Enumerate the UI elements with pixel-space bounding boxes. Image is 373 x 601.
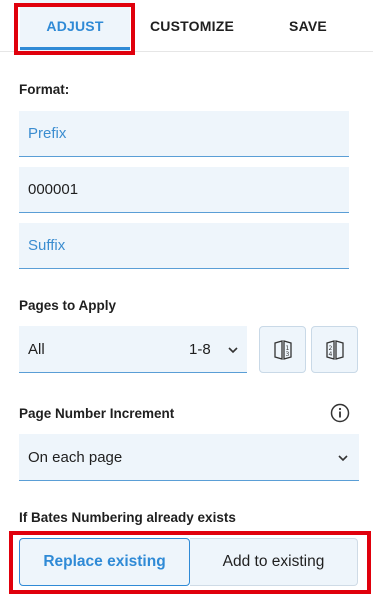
bates-exists-label: If Bates Numbering already exists [19,510,236,525]
odd-pages-button[interactable]: 1 3 [259,326,306,373]
page-increment-selected-value: On each page [28,448,123,466]
prefix-input[interactable]: Prefix [19,111,349,157]
pages-range-value: 1-8 [189,340,211,358]
even-pages-icon: 2 4 [325,339,344,360]
tab-adjust[interactable]: ADJUST [20,0,130,52]
replace-existing-button[interactable]: Replace existing [19,538,190,586]
tab-save[interactable]: SAVE [270,0,346,52]
svg-text:3: 3 [285,351,289,358]
tab-customize[interactable]: CUSTOMIZE [140,0,244,52]
tab-adjust-label: ADJUST [46,18,104,34]
chevron-down-icon [228,347,238,354]
chevron-down-icon [338,455,348,462]
tab-bar: ADJUST CUSTOMIZE SAVE [0,0,373,52]
page-number-increment-label: Page Number Increment [19,406,175,421]
format-label: Format: [19,82,70,97]
odd-pages-icon: 1 3 [273,339,292,360]
tab-save-label: SAVE [289,18,327,34]
active-tab-indicator [20,47,130,50]
pages-to-apply-label: Pages to Apply [19,298,117,313]
page-increment-select[interactable]: On each page [19,434,359,481]
even-pages-button[interactable]: 2 4 [311,326,358,373]
tab-customize-label: CUSTOMIZE [150,18,234,34]
add-to-existing-button[interactable]: Add to existing [190,538,358,586]
svg-text:4: 4 [328,351,332,358]
pages-selected-value: All [28,340,45,358]
number-input[interactable]: 000001 [19,167,349,213]
info-icon[interactable] [330,403,350,423]
pages-to-apply-select[interactable]: All 1-8 [19,326,247,373]
suffix-input[interactable]: Suffix [19,223,349,269]
